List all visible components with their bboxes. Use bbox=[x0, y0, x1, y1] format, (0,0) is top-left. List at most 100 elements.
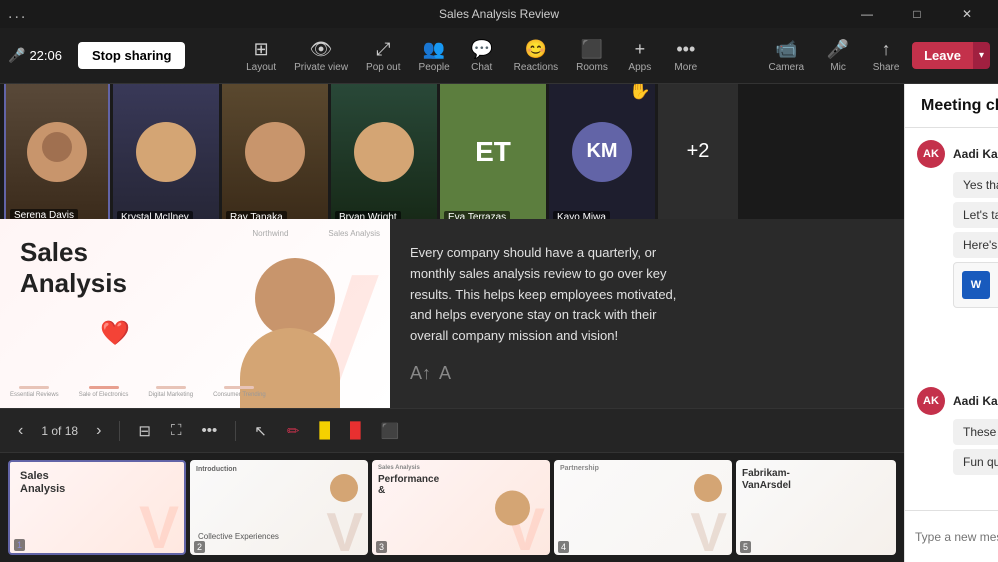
chat-button[interactable]: 💬 Chat bbox=[460, 35, 504, 77]
eraser-tool[interactable]: ⬛ bbox=[375, 418, 406, 444]
next-slide-button[interactable]: › bbox=[90, 418, 107, 444]
thumb-2-circle bbox=[330, 474, 358, 502]
apps-icon: + bbox=[635, 39, 646, 60]
raise-hand-icon: ✋ bbox=[629, 84, 651, 101]
thumb-1-v: V bbox=[139, 498, 179, 555]
thumbnail-2[interactable]: Introduction Collective Experiences V 2 bbox=[190, 460, 368, 555]
private-view-button[interactable]: 👁 Private view bbox=[286, 35, 356, 77]
participant-serena[interactable]: Serena Davis bbox=[4, 84, 110, 219]
text-grow-icon[interactable]: A↑ bbox=[410, 363, 431, 384]
participant-eva-name: Eva Terrazas bbox=[444, 211, 510, 220]
toolbar-right: 📹 Camera 🎤 Mic ↑ Share Leave ▾ bbox=[761, 35, 990, 77]
minimize-button[interactable]: — bbox=[844, 0, 890, 28]
leave-button[interactable]: Leave bbox=[912, 42, 973, 69]
chat-input[interactable] bbox=[915, 530, 998, 544]
camera-label: Camera bbox=[769, 62, 805, 73]
prev-slide-button[interactable]: ‹ bbox=[12, 418, 29, 444]
thumbnail-3[interactable]: Sales Analysis Performance& V 3 bbox=[372, 460, 550, 555]
close-button[interactable]: ✕ bbox=[944, 0, 990, 28]
thumb-2-num: 2 bbox=[194, 541, 205, 553]
chat-header: Meeting chat ✕ bbox=[905, 84, 998, 128]
text-shrink-icon[interactable]: A bbox=[439, 363, 451, 384]
participant-kayo[interactable]: KM ✋ Kayo Miwa bbox=[549, 84, 655, 219]
slide-canvas: Northwind Sales Analysis SalesAnalysis 🍋… bbox=[0, 219, 390, 408]
rooms-label: Rooms bbox=[576, 62, 608, 73]
title-bar: ... Sales Analysis Review — □ ✕ bbox=[0, 0, 998, 28]
pop-out-button[interactable]: ⤢ Pop out bbox=[358, 35, 408, 77]
thumbnail-5[interactable]: Fabrikam-VanArsdel 5 bbox=[736, 460, 896, 555]
mic-icon: 🎤 bbox=[827, 39, 849, 60]
chat-bubble-1a: Yes that'd be wonderful! bbox=[953, 172, 998, 198]
slide-heart-decoration: ❤️ bbox=[100, 319, 130, 348]
slide-page: 1 of 18 bbox=[41, 424, 78, 438]
laser-tool[interactable]: █ bbox=[344, 418, 367, 443]
thumbnail-4[interactable]: Partnership V 4 bbox=[554, 460, 732, 555]
thumb-4-num: 4 bbox=[558, 541, 569, 553]
reactions-label: Reactions bbox=[514, 62, 558, 73]
people-icon: 👥 bbox=[423, 39, 445, 60]
slide-more-button[interactable]: ••• bbox=[195, 418, 223, 443]
pointer-tool[interactable]: ↖ bbox=[248, 418, 273, 444]
participant-bryan[interactable]: Bryan Wright bbox=[331, 84, 437, 219]
rooms-icon: ⬛ bbox=[581, 39, 603, 60]
chat-avatar-aadi: AK bbox=[917, 140, 945, 168]
slide-view: Northwind Sales Analysis SalesAnalysis 🍋… bbox=[0, 219, 904, 452]
more-button[interactable]: ••• More bbox=[664, 35, 708, 77]
people-button[interactable]: 👥 People bbox=[411, 35, 458, 77]
camera-button[interactable]: 📹 Camera bbox=[761, 35, 813, 77]
chat-bubble-2a: These are tough questions bbox=[953, 419, 998, 445]
overflow-participants[interactable]: +2 bbox=[658, 84, 738, 219]
rooms-button[interactable]: ⬛ Rooms bbox=[568, 35, 616, 77]
chat-self-message-2: 10/27 Enjoy! bbox=[917, 483, 998, 510]
reactions-button[interactable]: 😊 Reactions bbox=[506, 35, 566, 77]
pen-tool[interactable]: ✏ bbox=[281, 418, 306, 444]
window-menu[interactable]: ... bbox=[8, 5, 27, 23]
chat-icon: 💬 bbox=[470, 39, 492, 60]
window-controls: — □ ✕ bbox=[844, 0, 990, 28]
leave-chevron-button[interactable]: ▾ bbox=[973, 42, 990, 69]
slide-bottom-items: Essential Reviews Sale of Electronics Di… bbox=[10, 386, 266, 398]
chat-message-aadi-2: AK Aadi Kapoor 10/27 These are tough que… bbox=[917, 387, 998, 475]
participant-eva[interactable]: ET Eva Terrazas bbox=[440, 84, 546, 219]
participant-bryan-name: Bryan Wright bbox=[335, 211, 401, 220]
participant-krystal-name: Krystal McIlney bbox=[117, 211, 193, 220]
mic-label: Mic bbox=[830, 62, 846, 73]
apps-label: Apps bbox=[628, 62, 651, 73]
annotation-toolbar: A↑ A bbox=[410, 363, 884, 384]
chat-sender-aadi-2: Aadi Kapoor bbox=[953, 394, 998, 408]
fullscreen-button[interactable]: ⛶ bbox=[165, 418, 188, 443]
thumb-2-v: V bbox=[326, 505, 363, 555]
thumbnail-1[interactable]: SalesAnalysis V 1 bbox=[8, 460, 186, 555]
call-timer: 🎤 22:06 bbox=[8, 47, 62, 64]
participant-krystal[interactable]: Krystal McIlney bbox=[113, 84, 219, 219]
layout-button[interactable]: ⊞ Layout bbox=[238, 35, 284, 77]
slide-main-title: SalesAnalysis bbox=[20, 237, 127, 299]
participant-eva-avatar: ET bbox=[440, 84, 546, 219]
chat-title: Meeting chat bbox=[921, 97, 998, 115]
content-area: Serena Davis Krystal McIlney Ray Tanaka … bbox=[0, 84, 904, 562]
thumbnail-toggle[interactable]: ⊟ bbox=[132, 418, 157, 444]
thumb-5-num: 5 bbox=[740, 541, 751, 553]
share-button[interactable]: ↑ Share bbox=[864, 35, 908, 77]
participant-ray[interactable]: Ray Tanaka bbox=[222, 84, 328, 219]
share-label: Share bbox=[873, 62, 900, 73]
slide-text-area: Every company should have a quarterly, o… bbox=[390, 219, 904, 408]
slide-presentation: Northwind Sales Analysis SalesAnalysis 🍋… bbox=[0, 219, 904, 562]
chat-sender-aadi: Aadi Kapoor bbox=[953, 147, 998, 161]
chat-message-aadi-1: AK Aadi Kapoor 10/27 Yes that'd be wonde… bbox=[917, 140, 998, 308]
stop-sharing-button[interactable]: Stop sharing bbox=[78, 42, 185, 69]
apps-button[interactable]: + Apps bbox=[618, 35, 662, 77]
chat-avatar-aadi-2: AK bbox=[917, 387, 945, 415]
chat-bubble-2b: Fun quiz! bbox=[953, 449, 998, 475]
layout-label: Layout bbox=[246, 62, 276, 73]
participant-serena-name: Serena Davis bbox=[10, 209, 78, 220]
more-icon: ••• bbox=[676, 39, 695, 60]
tool-separator-2 bbox=[235, 421, 236, 441]
maximize-button[interactable]: □ bbox=[894, 0, 940, 28]
mic-button[interactable]: 🎤 Mic bbox=[816, 35, 860, 77]
thumb-4-v: V bbox=[690, 505, 727, 555]
highlighter-tool[interactable]: █ bbox=[313, 418, 336, 443]
chat-msg-header-aadi-2: AK Aadi Kapoor 10/27 bbox=[917, 387, 998, 415]
thumb-1-num: 1 bbox=[14, 539, 25, 551]
chat-file-attachment[interactable]: W Team Training Summary.docx Updated 3h … bbox=[953, 262, 998, 308]
